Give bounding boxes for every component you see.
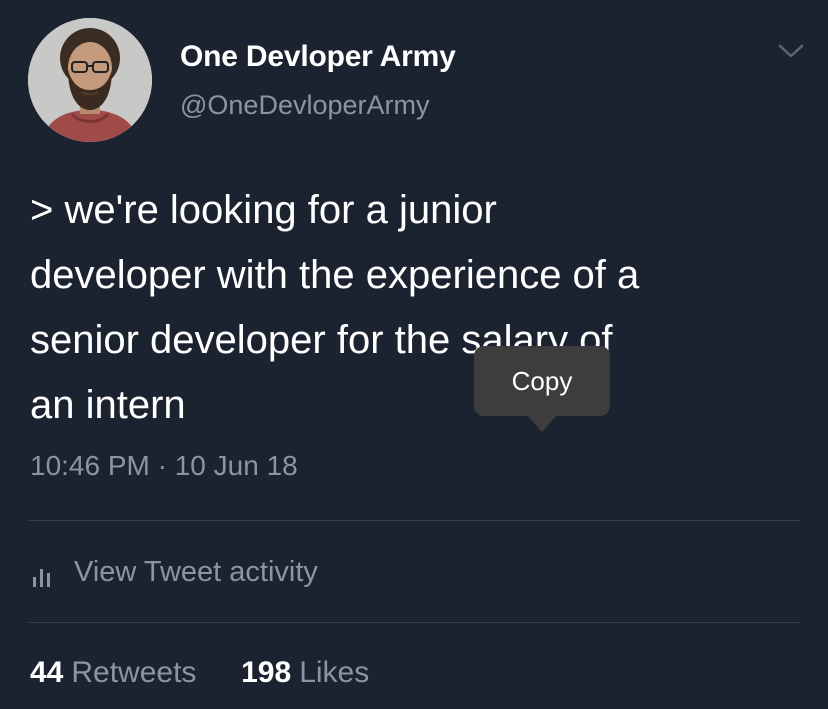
divider (28, 520, 800, 521)
avatar[interactable] (28, 18, 152, 142)
copy-popup-pointer (526, 414, 558, 432)
display-name[interactable]: One Devloper Army (180, 40, 456, 74)
copy-button[interactable]: Copy (474, 346, 610, 416)
view-tweet-activity-link[interactable]: View Tweet activity (30, 556, 318, 589)
view-tweet-activity-label: View Tweet activity (74, 556, 318, 588)
tweet-timestamp[interactable]: 10:46 PM · 10 Jun 18 (30, 450, 298, 482)
chevron-down-icon[interactable] (774, 38, 808, 64)
likes-count: 198 (241, 656, 292, 689)
retweets-label: Retweets (71, 656, 197, 689)
retweets-stat[interactable]: 44 Retweets (30, 656, 205, 689)
bar-chart-icon (30, 563, 56, 587)
likes-label: Likes (299, 656, 370, 689)
divider (28, 622, 800, 623)
tweet-stats: 44 Retweets 198 Likes (30, 656, 369, 690)
tweet-card: One Devloper Army @OneDevloperArmy > we'… (0, 0, 828, 709)
retweets-count: 44 (30, 656, 64, 689)
avatar-image (28, 18, 152, 142)
user-handle[interactable]: @OneDevloperArmy (180, 90, 430, 121)
tweet-text: > we're looking for a junior developer w… (30, 188, 640, 427)
likes-stat[interactable]: 198 Likes (241, 656, 369, 689)
